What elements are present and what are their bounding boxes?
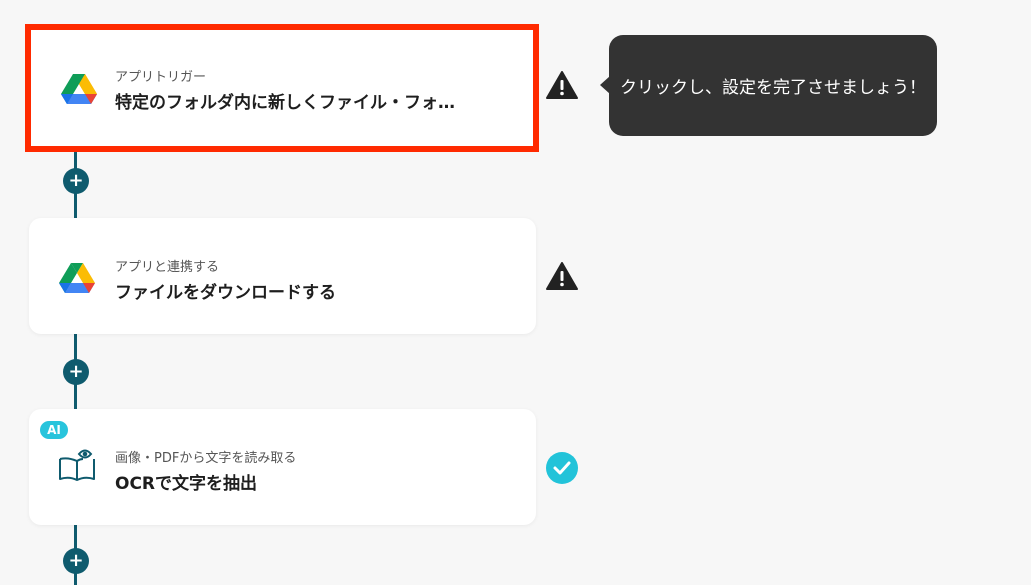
flow-step-ocr[interactable]: 画像・PDFから文字を読み取る OCRで文字を抽出 xyxy=(29,409,536,525)
add-step-button[interactable]: + xyxy=(63,548,89,574)
step-title: 特定のフォルダ内に新しくファイル・フォ… xyxy=(115,93,455,113)
warning-icon xyxy=(546,262,578,290)
step-subtitle: アプリと連携する xyxy=(115,260,220,275)
flow-step-action[interactable]: アプリと連携する ファイルをダウンロードする xyxy=(29,218,536,334)
book-eye-icon xyxy=(59,449,95,481)
google-drive-icon xyxy=(59,263,95,293)
flow-step-trigger[interactable]: アプリトリガー 特定のフォルダ内に新しくファイル・フォ… xyxy=(25,24,539,152)
step-subtitle: アプリトリガー xyxy=(115,70,207,85)
step-subtitle: 画像・PDFから文字を読み取る xyxy=(115,451,297,466)
google-drive-icon xyxy=(61,74,97,104)
add-step-button[interactable]: + xyxy=(63,168,89,194)
step-title: OCRで文字を抽出 xyxy=(115,474,258,494)
warning-icon xyxy=(546,71,578,99)
check-circle-icon xyxy=(546,452,578,484)
ai-badge: AI xyxy=(38,419,70,441)
step-title: ファイルをダウンロードする xyxy=(115,283,336,303)
tooltip-text: クリックし、設定を完了させましょう！ xyxy=(620,78,926,98)
add-step-button[interactable]: + xyxy=(63,359,89,385)
setup-tooltip: クリックし、設定を完了させましょう！ xyxy=(600,35,937,136)
